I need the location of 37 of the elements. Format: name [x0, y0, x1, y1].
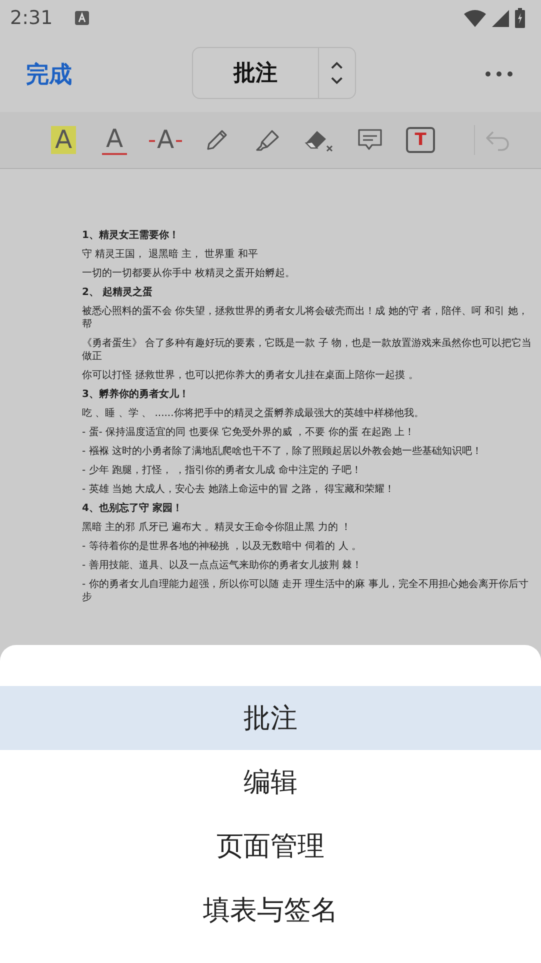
- mode-label: 批注: [232, 60, 279, 88]
- document-heading: 1、精灵女王需要你！: [82, 229, 180, 242]
- document-text: - 你的勇者女儿自理能力超强，所以你可以随 走开 理生活中的麻 事儿，完全不用担心她会离开你后寸步: [82, 578, 530, 604]
- eraser-icon[interactable]: [304, 128, 334, 152]
- menu-item[interactable]: 批注: [0, 686, 541, 750]
- document-text: 黑暗 主的邪 爪牙已 遍布大 。精灵女王命令你阻止黑 力的 ！: [82, 521, 352, 534]
- document-heading: 4、也别忘了守 家园！: [82, 502, 184, 515]
- document-heading: 2、 起精灵之蛋: [82, 286, 154, 299]
- done-button[interactable]: 完成: [0, 58, 72, 90]
- menu-item[interactable]: 填表与签名: [0, 878, 541, 942]
- wifi-icon: [464, 10, 486, 26]
- pencil-icon[interactable]: [204, 128, 228, 152]
- document-text: 你可以打怪 拯救世界，也可以把你养大的勇者女儿挂在桌面上陪你一起摸 。: [82, 369, 420, 382]
- status-time: 2:31: [10, 7, 53, 29]
- more-icon[interactable]: [485, 71, 513, 77]
- document-text: 吃 、睡 、学 、 ......你将把手中的精灵之蛋孵养成最强大的英雄中样梯他我。: [82, 407, 425, 420]
- mode-selector[interactable]: 批注: [192, 47, 356, 99]
- document-text: - 少年 跑腿，打怪， ，指引你的勇者女儿成 命中注定的 子吧！: [82, 464, 363, 477]
- highlight-tool[interactable]: A: [50, 126, 76, 154]
- document-text: 守 精灵王国， 退黑暗 主， 世界重 和平: [82, 248, 259, 261]
- menu-item[interactable]: 页面管理: [0, 814, 541, 878]
- signal-icon: [492, 10, 509, 26]
- document-text: 《勇者蛋生》 合了多种有趣好玩的要素，它既是一款 子 物，也是一款放置游戏来虽然你也可以把它当做正: [82, 337, 533, 363]
- document-text: - 襁褓 这时的小勇者除了满地乱爬啥也干不了，除了照顾起居以外教会她一些基础知识吧！: [82, 445, 483, 458]
- keyboard-notification-icon: [74, 11, 89, 25]
- comment-icon[interactable]: [356, 128, 382, 152]
- document-text: 一切的一切都要从你手中 枚精灵之蛋开始孵起。: [82, 267, 296, 280]
- document-heading: 3、孵养你的勇者女儿！: [82, 388, 190, 401]
- document-text: - 善用技能、道具、以及一点点运气来助你的勇者女儿披荆 棘！: [82, 559, 363, 572]
- highlighter-icon[interactable]: [254, 128, 280, 152]
- underline-tool[interactable]: A: [102, 125, 128, 155]
- menu-item[interactable]: 编辑: [0, 750, 541, 814]
- document-text: - 等待着你的是世界各地的神秘挑 ，以及无数暗中 伺着的 人 。: [82, 540, 363, 553]
- document-text: - 英雄 当她 大成人，安心去 她踏上命运中的冒 之路， 得宝藏和荣耀！: [82, 483, 396, 496]
- document-text: - 蛋- 保持温度适宜的同 也要保 它免受外界的威 ，不要 你的蛋 在起跑 上！: [82, 426, 416, 439]
- document-text: 被悉心照料的蛋不会 你失望，拯救世界的勇者女儿将会破壳而出！成 她的守 者，陪伴、呵 和引 她，帮: [82, 305, 529, 331]
- battery-charging-icon: [515, 8, 525, 28]
